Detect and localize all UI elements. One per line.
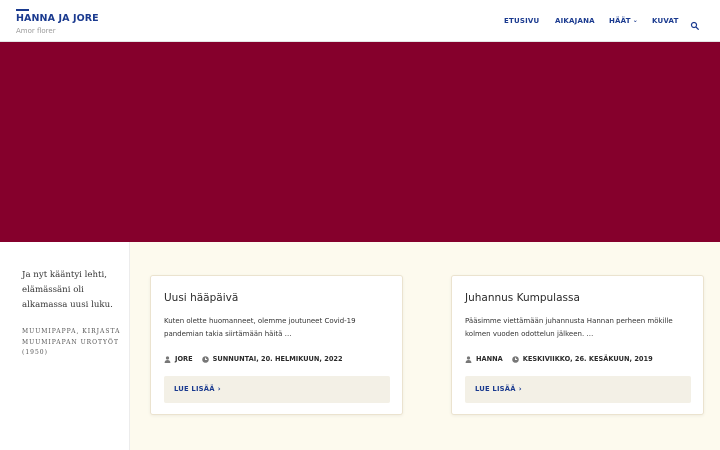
read-more-label: LUE LISÄÄ <box>475 385 516 393</box>
post-meta: JORE SUNNUNTAI, 20. HELMIKUUN, 2022 <box>164 354 343 364</box>
brand-accent-bar <box>16 9 29 11</box>
chevron-right-icon: › <box>518 385 522 393</box>
read-more-label: LUE LISÄÄ <box>174 385 215 393</box>
sidebar: Ja nyt kääntyi lehti, elämässäni oli alk… <box>0 242 130 450</box>
post-author[interactable]: HANNA <box>476 355 503 363</box>
post-date[interactable]: SUNNUNTAI, 20. HELMIKUUN, 2022 <box>213 355 343 363</box>
chevron-down-icon: ⌄ <box>632 17 638 24</box>
post-excerpt: Kuten olette huomanneet, olemme joutunee… <box>164 317 356 338</box>
read-more-button[interactable]: LUE LISÄÄ › <box>164 376 390 403</box>
nav-item-haat-label: HÄÄT <box>609 17 631 25</box>
post-title[interactable]: Juhannus Kumpulassa <box>465 292 580 304</box>
user-icon <box>164 355 171 363</box>
hero-banner <box>0 42 720 242</box>
clock-icon <box>511 355 519 363</box>
chevron-right-icon: › <box>217 385 221 393</box>
site-header: HANNA JA JORE Amor florer ETUSIVU AIKAJA… <box>0 0 720 42</box>
nav-item-haat[interactable]: HÄÄT ⌄ <box>609 17 638 27</box>
post-date[interactable]: KESKIVIIKKO, 26. KESÄKUUN, 2019 <box>523 355 653 363</box>
clock-icon <box>201 355 209 363</box>
quote-source: Muumipappa, kirjasta Muumipapan urotyöt … <box>22 328 121 356</box>
site-tagline: Amor florer <box>16 27 56 35</box>
nav-item-aikajana[interactable]: AIKAJANA <box>555 17 595 27</box>
post-card: Uusi hääpäivä Kuten olette huomanneet, o… <box>150 275 403 415</box>
nav-item-kuvat[interactable]: KUVAT <box>652 17 679 27</box>
post-excerpt: Pääsimme viettämään juhannusta Hannan pe… <box>465 317 673 338</box>
post-meta: HANNA KESKIVIIKKO, 26. KESÄKUUN, 2019 <box>465 354 653 364</box>
post-author[interactable]: JORE <box>175 355 193 363</box>
nav-item-etusivu[interactable]: ETUSIVU <box>504 17 539 27</box>
quote-text: Ja nyt kääntyi lehti, elämässäni oli alk… <box>22 270 113 310</box>
read-more-button[interactable]: LUE LISÄÄ › <box>465 376 691 403</box>
post-title[interactable]: Uusi hääpäivä <box>164 292 238 304</box>
search-icon[interactable] <box>690 16 700 30</box>
user-icon <box>465 355 472 363</box>
site-title[interactable]: HANNA JA JORE <box>16 13 99 24</box>
post-card: Juhannus Kumpulassa Pääsimme viettämään … <box>451 275 704 415</box>
